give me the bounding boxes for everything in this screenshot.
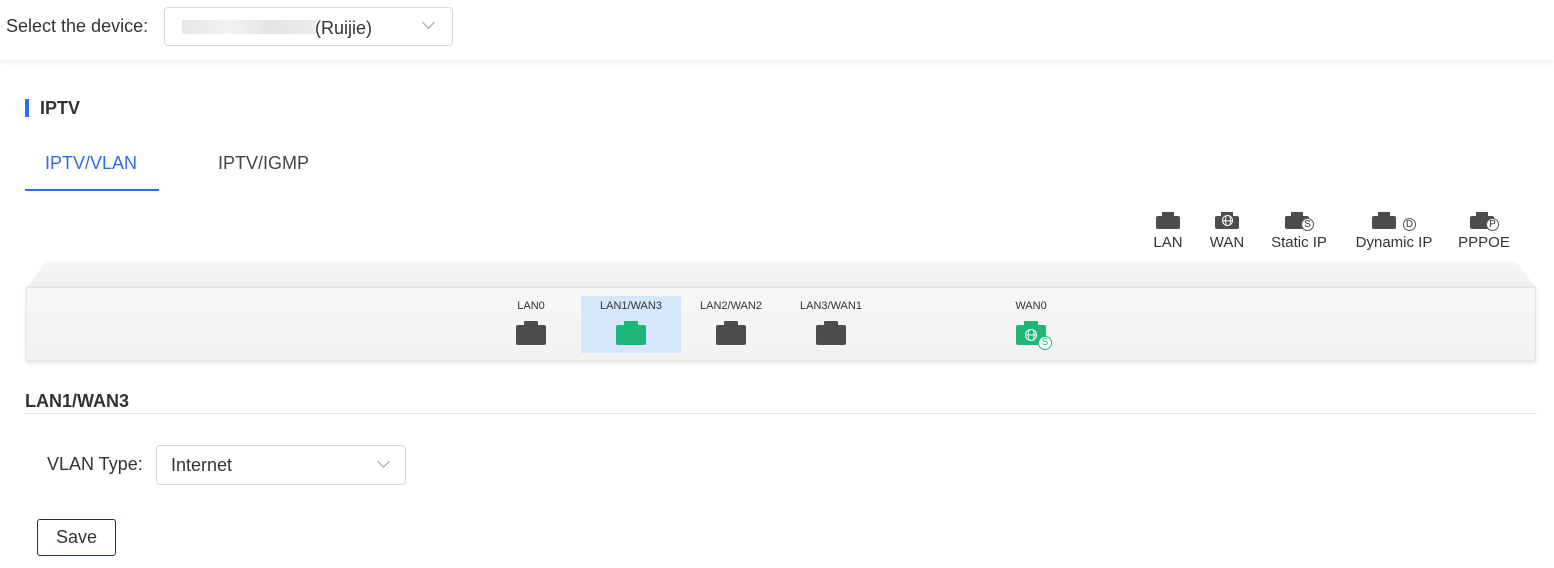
port-label: LAN0 (517, 300, 545, 312)
port-label: LAN1/WAN3 (600, 300, 662, 312)
dynamic-ip-port-icon: D (1372, 210, 1416, 231)
ethernet-port-icon (616, 321, 646, 345)
device-select-value: (Ruijie) (315, 18, 373, 38)
device-label: Select the device: (6, 16, 149, 36)
vlan-type-label: VLAN Type: (47, 454, 143, 474)
pppoe-port-icon: P (1470, 210, 1499, 231)
ethernet-port-icon (816, 321, 846, 345)
device-name-redacted (182, 20, 316, 34)
lan-port-icon (1156, 210, 1180, 230)
port-wan0[interactable]: WAN0 S (981, 296, 1081, 353)
legend-wan: WAN (1207, 210, 1247, 251)
chevron-down-icon (377, 455, 390, 468)
port-label: LAN2/WAN2 (700, 300, 762, 312)
chevron-down-icon (422, 16, 435, 29)
static-badge: S (1038, 336, 1052, 350)
section-title: IPTV (40, 98, 81, 118)
static-badge: S (1301, 218, 1314, 231)
dynamic-badge: D (1403, 218, 1416, 231)
ethernet-port-icon (716, 321, 746, 345)
globe-icon (1222, 215, 1233, 226)
vlan-type-value: Internet (171, 455, 233, 475)
port-label: WAN0 (1015, 300, 1047, 312)
legend-label: Static IP (1271, 234, 1327, 251)
port-lan1-wan3[interactable]: LAN1/WAN3 (581, 296, 681, 353)
port-lan0[interactable]: LAN0 (481, 296, 581, 353)
pppoe-badge: P (1486, 218, 1499, 231)
device-bar: Select the device: (Ruijie) (0, 0, 1554, 60)
legend-pppoe: P PPPOE (1457, 210, 1511, 251)
legend-lan: LAN (1150, 210, 1186, 251)
ethernet-port-icon (516, 321, 546, 345)
legend-label: LAN (1153, 234, 1183, 251)
port-lan2-wan2[interactable]: LAN2/WAN2 (681, 296, 781, 353)
legend-label: Dynamic IP (1355, 234, 1433, 251)
save-button[interactable]: Save (37, 519, 116, 556)
tab-iptv-vlan[interactable]: IPTV/VLAN (45, 153, 137, 174)
router-panel: LAN0 LAN1/WAN3 LAN2/WAN2 LAN3/WAN1 WAN0 … (26, 287, 1536, 361)
tab-iptv-igmp[interactable]: IPTV/IGMP (218, 153, 309, 174)
port-label: LAN3/WAN1 (800, 300, 862, 312)
divider (25, 413, 1537, 414)
legend-dynamic-ip: D Dynamic IP (1352, 210, 1436, 251)
vlan-type-select[interactable]: Internet (156, 445, 406, 485)
legend-label: PPPOE (1458, 234, 1510, 251)
active-tab-indicator (25, 189, 159, 191)
legend-static-ip: S Static IP (1268, 210, 1330, 251)
port-lan3-wan1[interactable]: LAN3/WAN1 (781, 296, 881, 353)
static-ip-port-icon: S (1285, 210, 1314, 231)
router-panel-top (26, 262, 1536, 288)
section-accent-bar (25, 99, 29, 117)
legend-label: WAN (1209, 234, 1245, 251)
device-select[interactable]: (Ruijie) (164, 7, 453, 46)
globe-icon (1025, 329, 1037, 341)
selected-port-title: LAN1/WAN3 (25, 391, 130, 411)
wan-globe-port-icon (1215, 210, 1239, 230)
